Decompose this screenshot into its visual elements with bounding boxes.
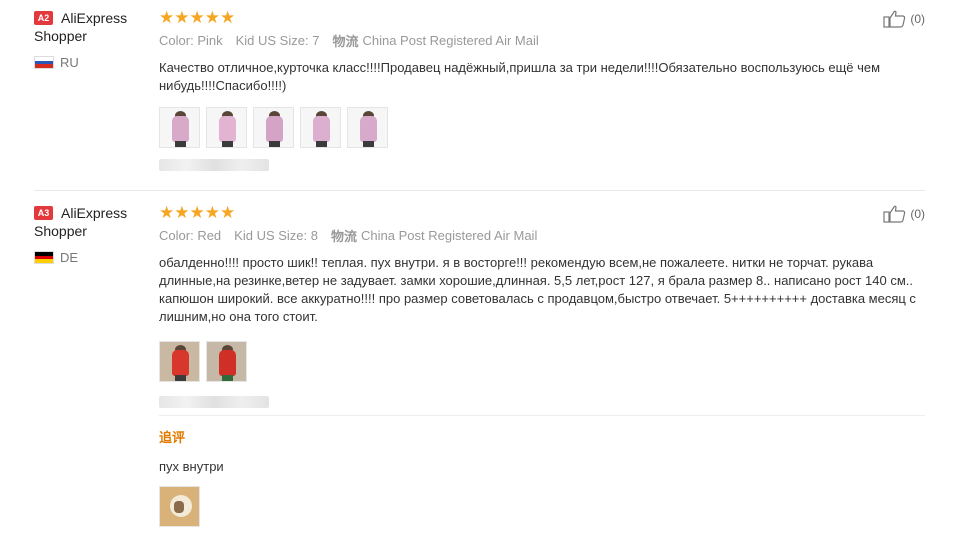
like-count: (0) xyxy=(910,12,925,26)
user-name-line2: Shopper xyxy=(34,28,87,44)
user-level-badge: A3 xyxy=(34,206,53,220)
review-item: A2 AliExpress Shopper RU ★ ★ ★ ★ ★ Color… xyxy=(34,6,925,190)
review-photo-thumbnail[interactable] xyxy=(253,107,294,148)
de-flag-icon xyxy=(34,251,54,264)
user-name: AliExpress xyxy=(61,205,128,221)
blurred-date xyxy=(159,396,269,408)
color-label: Color: xyxy=(159,227,194,243)
size-value: 7 xyxy=(312,32,320,48)
additional-review-title: 追评 xyxy=(159,430,186,445)
star-icon: ★ xyxy=(189,7,205,27)
country-code: RU xyxy=(60,55,79,70)
country-code: DE xyxy=(60,250,79,265)
star-icon: ★ xyxy=(174,202,190,222)
star-icon: ★ xyxy=(204,202,220,222)
size-label: Kid US Size: xyxy=(235,32,309,48)
star-rating: ★ ★ ★ ★ ★ xyxy=(159,6,925,28)
user-name-line2: Shopper xyxy=(34,223,87,239)
user-level-badge: A2 xyxy=(34,11,53,25)
order-info: Color: Pink Kid US Size: 7 物流 China Post… xyxy=(159,30,925,50)
star-icon: ★ xyxy=(220,7,236,27)
reviewer-country: RU xyxy=(34,55,154,70)
reviewer-info: A3 AliExpress Shopper DE xyxy=(34,205,154,265)
review-photo-thumbnail[interactable] xyxy=(159,107,200,148)
star-icon: ★ xyxy=(204,7,220,27)
shipping-value: China Post Registered Air Mail xyxy=(362,32,539,48)
shipping-value: China Post Registered Air Mail xyxy=(361,227,538,243)
review-photos xyxy=(159,107,925,148)
thumbs-up-icon xyxy=(883,205,906,223)
additional-review-separator xyxy=(159,415,925,416)
review-photo-thumbnail[interactable] xyxy=(206,341,247,382)
like-count: (0) xyxy=(910,207,925,221)
color-label: Color: xyxy=(159,32,194,48)
review-body: ★ ★ ★ ★ ★ Color: Red Kid US Size: 8 物流 C… xyxy=(159,201,925,408)
star-icon: ★ xyxy=(159,202,175,222)
reviewer-country: DE xyxy=(34,250,154,265)
star-icon: ★ xyxy=(159,7,175,27)
blurred-date xyxy=(159,159,269,171)
review-photo-thumbnail[interactable] xyxy=(347,107,388,148)
star-icon: ★ xyxy=(189,202,205,222)
review-photos xyxy=(159,341,925,382)
additional-review-text: пух внутри xyxy=(159,459,224,474)
review-text: обалденно!!!! просто шик!! теплая. пух в… xyxy=(159,255,916,324)
review-body: ★ ★ ★ ★ ★ Color: Pink Kid US Size: 7 物流 … xyxy=(159,6,925,171)
reviewer-info: A2 AliExpress Shopper RU xyxy=(34,10,154,70)
ru-flag-icon xyxy=(34,56,54,69)
shipping-label: 物流 xyxy=(331,228,358,244)
review-photo-thumbnail[interactable] xyxy=(159,486,200,527)
shipping-label: 物流 xyxy=(332,33,359,49)
star-rating: ★ ★ ★ ★ ★ xyxy=(159,201,925,223)
size-label: Kid US Size: xyxy=(234,227,308,243)
like-button[interactable]: (0) xyxy=(883,205,925,223)
review-item: A3 AliExpress Shopper DE ★ ★ ★ ★ ★ Color… xyxy=(34,201,925,537)
user-name: AliExpress xyxy=(61,10,128,26)
size-value: 8 xyxy=(310,227,319,243)
additional-review: 追评 пух внутри xyxy=(159,427,925,527)
color-value: Pink xyxy=(197,32,223,48)
thumbs-up-icon xyxy=(883,10,906,28)
star-icon: ★ xyxy=(220,202,236,222)
order-info: Color: Red Kid US Size: 8 物流 China Post … xyxy=(159,225,925,245)
review-divider xyxy=(34,190,925,191)
like-button[interactable]: (0) xyxy=(883,10,925,28)
review-text: Качество отличное,курточка класс!!!!Прод… xyxy=(159,60,881,93)
review-photo-thumbnail[interactable] xyxy=(159,341,200,382)
review-photo-thumbnail[interactable] xyxy=(206,107,247,148)
color-value: Red xyxy=(197,227,222,243)
star-icon: ★ xyxy=(174,7,190,27)
review-photo-thumbnail[interactable] xyxy=(300,107,341,148)
